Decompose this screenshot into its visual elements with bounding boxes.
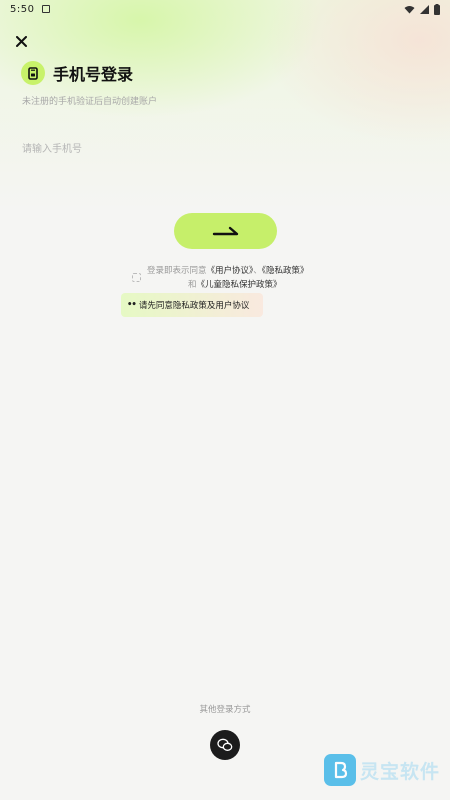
cellular-signal-icon [420,4,429,14]
child-privacy-policy-link[interactable]: 《儿童隐私保护政策》 [197,280,282,290]
notification-icon [42,5,51,13]
toast-dots-icon: •• [127,300,137,310]
login-button[interactable] [174,213,277,249]
agreement-text: 登录即表示同意《用户协议》、《隐私政策》 和《儿童隐私保护政策》 [132,264,332,292]
page-subtitle: 未注册的手机验证后自动创建账户 [22,97,158,107]
wechat-icon [217,738,233,751]
status-bar: 5:50 [0,0,450,18]
phone-number-input[interactable] [22,140,422,158]
watermark: 灵宝软件 [324,754,440,786]
phone-icon [28,66,38,80]
status-time: 5:50 [10,3,35,15]
status-indicators [404,3,440,15]
close-button[interactable] [12,32,30,50]
agreement-separator: 、 [253,266,262,276]
wifi-icon [404,5,415,13]
user-agreement-link[interactable]: 《用户协议》 [207,266,254,276]
wechat-login-button[interactable] [210,730,240,760]
battery-icon [434,3,440,15]
agreement-and: 和 [188,280,197,290]
other-login-methods-label: 其他登录方式 [199,705,251,715]
toast-message: 请先同意隐私政策及用户协议 [138,301,250,311]
title-badge [21,61,45,85]
watermark-logo-icon [324,754,356,786]
agreement-prefix: 登录即表示同意 [147,266,207,276]
privacy-policy-link[interactable]: 《隐私政策》 [262,266,309,276]
page-title: 手机号登录 [53,65,134,84]
close-icon [15,35,27,47]
arrow-right-icon [212,226,238,236]
agreement-toast: •• 请先同意隐私政策及用户协议 [121,293,263,317]
watermark-text: 灵宝软件 [360,760,441,783]
page-header: 手机号登录 [21,61,133,85]
